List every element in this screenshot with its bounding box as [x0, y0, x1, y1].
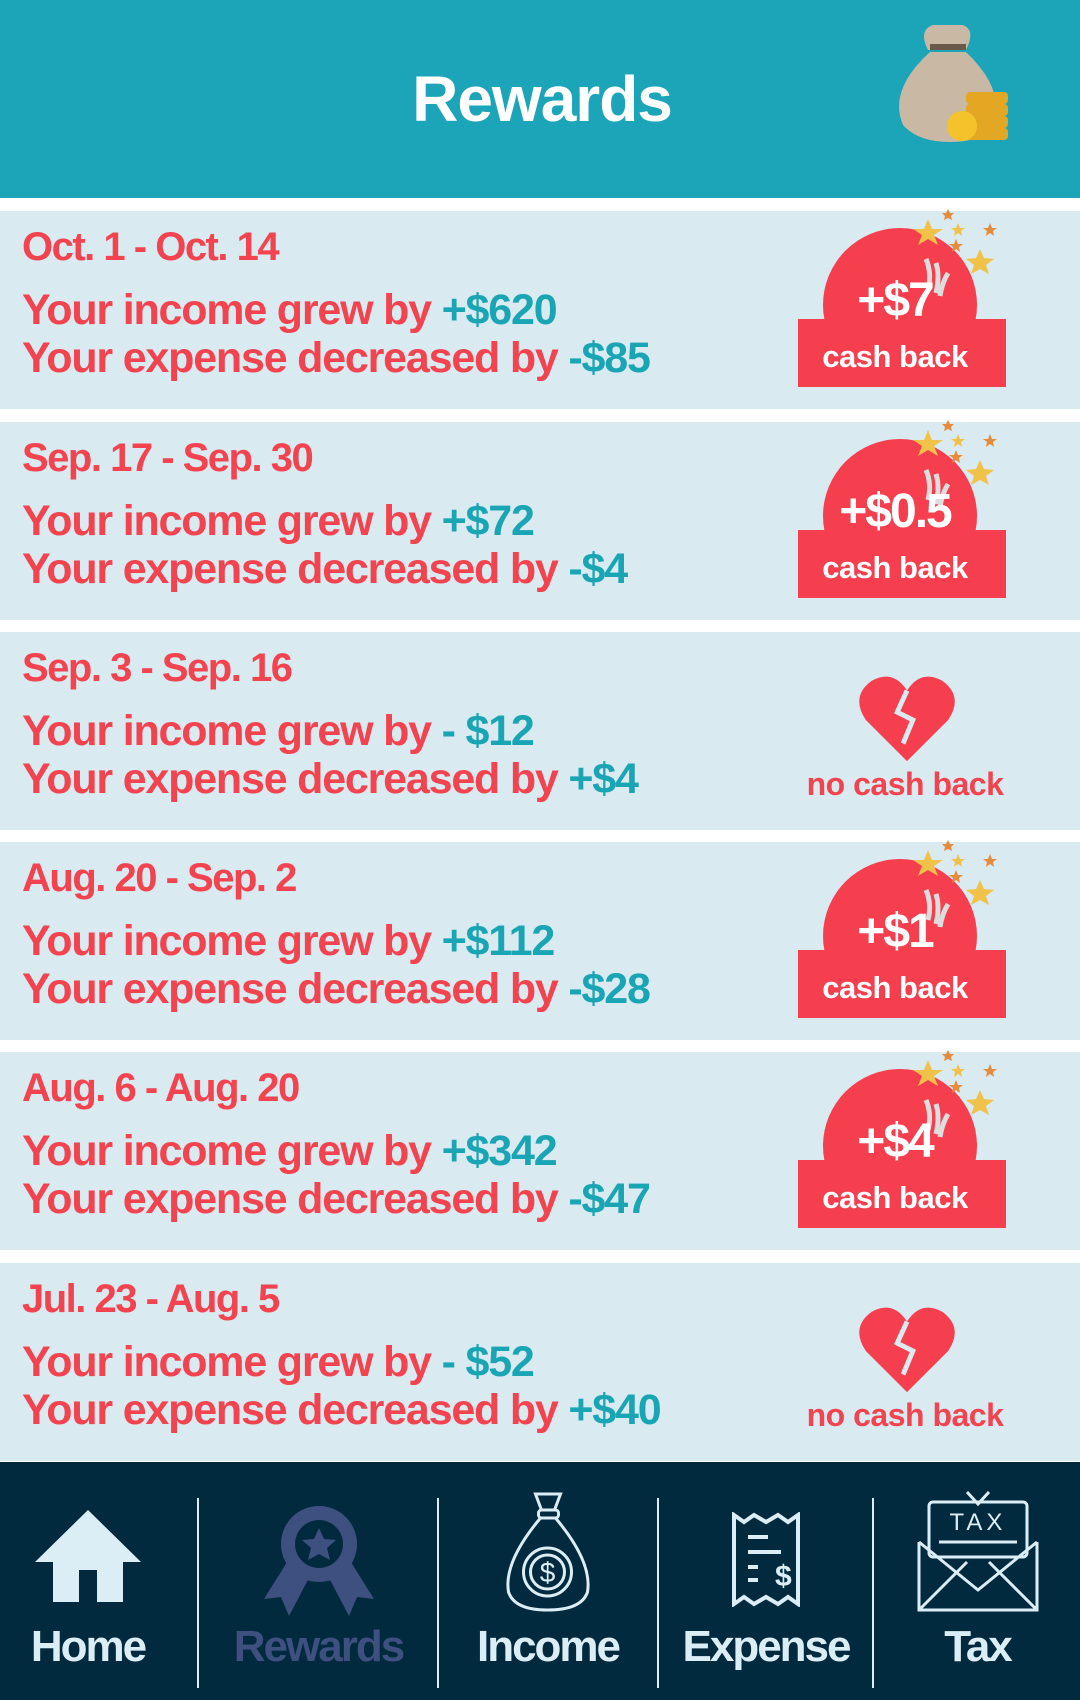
- income-line: Your income grew by +$72: [22, 497, 535, 546]
- nav-divider: [437, 1498, 439, 1688]
- no-cash-back-label: no cash back: [806, 1397, 1004, 1433]
- cash-back-badge: +$7 cash back: [798, 209, 1008, 409]
- expense-label: Your expense decreased by: [22, 965, 569, 1013]
- income-label: Your income grew by: [22, 917, 442, 965]
- home-icon: [35, 1510, 141, 1602]
- cash-back-amount: +$7: [857, 274, 934, 327]
- expense-value: +$40: [568, 1386, 661, 1434]
- cash-back-label: cash back: [822, 970, 968, 1005]
- money-bag-icon: [899, 25, 1008, 142]
- nav-divider: [657, 1498, 659, 1688]
- nav-income[interactable]: $ Income: [440, 1462, 656, 1700]
- money-bag-icon: $: [506, 1492, 590, 1612]
- cash-back-amount: +$0.5: [839, 485, 952, 538]
- expense-label: Your expense decreased by: [22, 334, 569, 382]
- income-line: Your income grew by +$342: [22, 1127, 558, 1176]
- income-label: Your income grew by: [22, 1127, 442, 1175]
- cash-back-label: cash back: [822, 1180, 968, 1215]
- date-range: Sep. 17 - Sep. 30: [22, 436, 314, 480]
- expense-line: Your expense decreased by -$28: [22, 965, 651, 1014]
- bottom-nav: Home Rewards $ Income $ Expense TAX Tax: [0, 1462, 1080, 1700]
- income-line: Your income grew by - $52: [22, 1338, 535, 1387]
- income-value: - $12: [441, 707, 535, 755]
- expense-value: -$47: [568, 1175, 650, 1223]
- svg-text:$: $: [775, 1560, 792, 1593]
- nav-divider: [197, 1498, 199, 1688]
- income-label: Your income grew by: [22, 707, 442, 755]
- income-value: +$620: [441, 286, 558, 334]
- income-line: Your income grew by +$112: [22, 917, 556, 966]
- date-range: Aug. 6 - Aug. 20: [22, 1066, 300, 1110]
- expense-value: +$4: [568, 755, 639, 803]
- cash-back-badge: +$0.5 cash back: [798, 420, 1008, 620]
- nav-divider: [872, 1498, 874, 1688]
- expense-line: Your expense decreased by -$4: [22, 545, 628, 594]
- reward-card: Sep. 3 - Sep. 16 Your income grew by - $…: [0, 632, 1080, 830]
- nav-home[interactable]: Home: [0, 1462, 176, 1700]
- nav-rewards[interactable]: Rewards: [200, 1462, 437, 1700]
- expense-value: -$28: [568, 965, 650, 1013]
- expense-label: Your expense decreased by: [22, 1386, 569, 1434]
- cash-back-amount: +$1: [857, 905, 934, 958]
- nav-expense[interactable]: $ Expense: [660, 1462, 872, 1700]
- expense-line: Your expense decreased by -$47: [22, 1175, 651, 1224]
- income-line: Your income grew by - $12: [22, 707, 535, 756]
- cash-back-label: cash back: [822, 339, 968, 374]
- income-value: - $52: [441, 1338, 535, 1386]
- reward-card: Aug. 20 - Sep. 2 Your income grew by +$1…: [0, 840, 1080, 1040]
- reward-card: Sep. 17 - Sep. 30 Your income grew by +$…: [0, 420, 1080, 620]
- cash-back-label: cash back: [822, 550, 968, 585]
- expense-label: Your expense decreased by: [22, 545, 569, 593]
- cash-back-badge: +$4 cash back: [798, 1050, 1008, 1250]
- expense-label: Your expense decreased by: [22, 755, 569, 803]
- income-value: +$72: [441, 497, 535, 545]
- tax-envelope-icon: TAX: [917, 1490, 1038, 1612]
- broken-heart-icon: [859, 676, 955, 762]
- nav-tax[interactable]: TAX Tax: [875, 1462, 1080, 1700]
- cash-back-badge: +$1 cash back: [798, 840, 1008, 1040]
- expense-label: Your expense decreased by: [22, 1175, 569, 1223]
- reward-card: Jul. 23 - Aug. 5 Your income grew by - $…: [0, 1263, 1080, 1461]
- date-range: Aug. 20 - Sep. 2: [22, 856, 297, 900]
- date-range: Sep. 3 - Sep. 16: [22, 646, 293, 690]
- broken-heart-icon: [859, 1307, 955, 1393]
- expense-line: Your expense decreased by -$85: [22, 334, 651, 383]
- app-header: Rewards: [0, 0, 1080, 198]
- svg-text:TAX: TAX: [949, 1509, 1006, 1536]
- income-value: +$342: [441, 1127, 558, 1175]
- reward-card: Aug. 6 - Aug. 20 Your income grew by +$3…: [0, 1050, 1080, 1250]
- income-label: Your income grew by: [22, 497, 442, 545]
- expense-value: -$85: [568, 334, 650, 382]
- expense-line: Your expense decreased by +$4: [22, 755, 639, 804]
- date-range: Jul. 23 - Aug. 5: [22, 1277, 280, 1321]
- award-ribbon-icon: [263, 1506, 374, 1616]
- cash-back-amount: +$4: [857, 1115, 934, 1168]
- no-cash-back-label: no cash back: [806, 766, 1004, 802]
- income-line: Your income grew by +$620: [22, 286, 558, 335]
- reward-card: Oct. 1 - Oct. 14 Your income grew by +$6…: [0, 209, 1080, 409]
- income-label: Your income grew by: [22, 286, 442, 334]
- expense-value: -$4: [568, 545, 628, 593]
- income-label: Your income grew by: [22, 1338, 442, 1386]
- svg-text:$: $: [540, 1557, 556, 1588]
- receipt-icon: $: [732, 1512, 800, 1607]
- expense-line: Your expense decreased by +$40: [22, 1386, 662, 1435]
- date-range: Oct. 1 - Oct. 14: [22, 225, 280, 269]
- income-value: +$112: [441, 917, 556, 965]
